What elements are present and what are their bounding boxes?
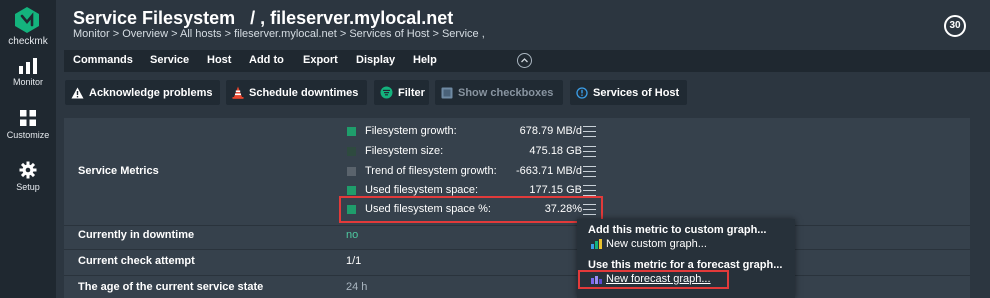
metric-menu-icon[interactable]: [583, 126, 596, 137]
main-sidebar: checkmk Monitor Customize Setup: [0, 0, 56, 298]
metric-color-swatch: [347, 186, 356, 195]
metric-name: Filesystem growth:: [365, 125, 457, 137]
sidebar-item-customize[interactable]: Customize: [0, 109, 56, 140]
metric-name: Trend of filesystem growth:: [365, 165, 497, 177]
gear-icon: [19, 161, 37, 179]
acknowledge-label: Acknowledge problems: [89, 86, 213, 99]
sidebar-item-label: Setup: [16, 182, 40, 192]
grid-icon: [20, 110, 36, 126]
table-row-label: Currently in downtime: [78, 229, 195, 241]
row-divider: [64, 249, 970, 250]
highlight-frame: [339, 196, 603, 223]
show-checkboxes-button[interactable]: Show checkboxes: [435, 80, 563, 105]
menu-bar: Commands Service Host Add to Export Disp…: [64, 50, 990, 72]
custom-graph-icon: [591, 239, 602, 249]
metric-value: 177.15 GB: [529, 184, 582, 196]
table-row-label: The age of the current service state: [78, 281, 264, 293]
sidebar-item-label: Monitor: [12, 77, 43, 87]
metric-name: Used filesystem space:: [365, 184, 479, 196]
metric-color-swatch: [347, 167, 356, 176]
row-divider: [64, 225, 970, 226]
services-of-host-label: Services of Host: [593, 86, 680, 99]
highlight-frame: [578, 270, 729, 289]
page-title: Service Filesystem / , fileserver.myloca…: [73, 8, 454, 28]
sidebar-item-label: Customize: [6, 130, 50, 140]
chevron-up-icon: [521, 58, 528, 63]
metric-row: Filesystem size: 475.18 GB: [346, 144, 604, 162]
metric-color-swatch: [347, 147, 356, 156]
menu-service[interactable]: Service: [150, 54, 189, 66]
metric-value: 475.18 GB: [529, 145, 582, 157]
metric-menu-icon[interactable]: [583, 166, 596, 177]
menu-display[interactable]: Display: [356, 54, 395, 66]
new-custom-graph-link[interactable]: New custom graph...: [591, 238, 707, 250]
metric-value: -663.71 MB/d: [515, 165, 582, 177]
menu-help[interactable]: Help: [413, 54, 437, 66]
sidebar-item-monitor[interactable]: Monitor: [0, 58, 56, 87]
bar-chart-icon: [19, 58, 37, 74]
refresh-timer-button[interactable]: 30: [944, 15, 966, 37]
table-row-value: 24 h: [346, 281, 368, 293]
metric-menu-icon[interactable]: [583, 185, 596, 196]
new-custom-graph-label: New custom graph...: [606, 238, 707, 250]
services-of-host-button[interactable]: Services of Host: [570, 80, 687, 105]
metric-value: 678.79 MB/d: [519, 125, 582, 137]
host-info-icon: [576, 86, 588, 99]
show-checkboxes-label: Show checkboxes: [458, 86, 554, 99]
table-row-label: Current check attempt: [78, 255, 195, 267]
brand-label: checkmk: [8, 36, 48, 47]
row-divider: [64, 275, 970, 276]
metric-menu-icon[interactable]: [583, 146, 596, 157]
filter-label: Filter: [398, 86, 425, 99]
checkmk-logo-icon[interactable]: [13, 6, 41, 34]
menu-host[interactable]: Host: [207, 54, 231, 66]
filter-icon: [380, 86, 393, 99]
menu-commands[interactable]: Commands: [73, 54, 133, 66]
menu-add-to[interactable]: Add to: [249, 54, 284, 66]
metric-row: Filesystem growth: 678.79 MB/d: [346, 124, 604, 142]
sidebar-item-setup[interactable]: Setup: [0, 161, 56, 192]
table-row-value: no: [346, 229, 359, 241]
service-metrics-label: Service Metrics: [78, 165, 159, 177]
traffic-cone-icon: [232, 86, 244, 99]
filter-button[interactable]: Filter: [374, 80, 429, 105]
metric-row: Trend of filesystem growth: -663.71 MB/d: [346, 164, 604, 182]
menu-export[interactable]: Export: [303, 54, 338, 66]
schedule-label: Schedule downtimes: [249, 86, 359, 99]
breadcrumb[interactable]: Monitor > Overview > All hosts > fileser…: [73, 28, 485, 40]
checkbox-icon: [441, 87, 453, 99]
warning-icon: [71, 87, 84, 99]
collapse-menu-button[interactable]: [517, 53, 532, 68]
table-row-value: 1/1: [346, 255, 362, 267]
metric-color-swatch: [347, 127, 356, 136]
metric-name: Filesystem size:: [365, 145, 444, 157]
custom-graph-header: Add this metric to custom graph...: [588, 224, 767, 236]
schedule-downtimes-button[interactable]: Schedule downtimes: [226, 80, 367, 105]
acknowledge-problems-button[interactable]: Acknowledge problems: [65, 80, 220, 105]
